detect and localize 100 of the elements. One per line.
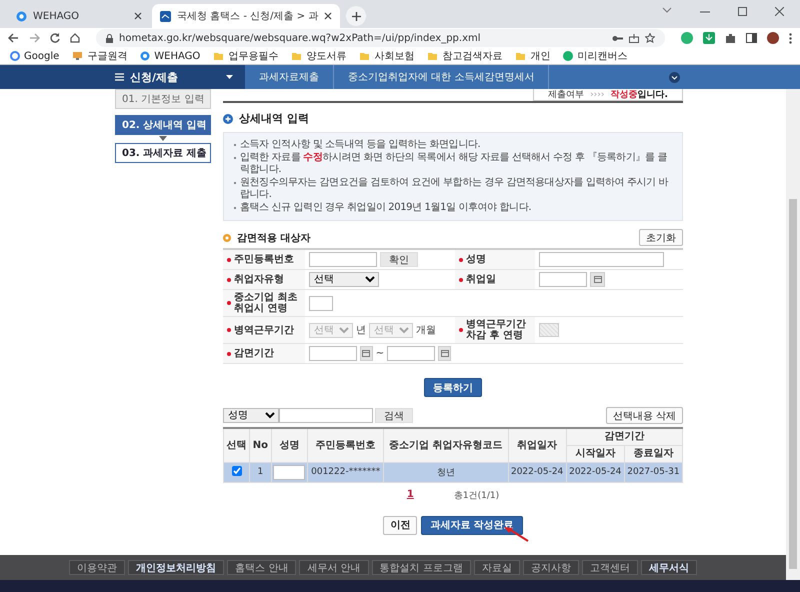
text-field[interactable] [309, 252, 377, 267]
menu-icon[interactable] [115, 73, 124, 81]
required-icon [227, 301, 231, 305]
address-bar[interactable]: hometax.go.kr/websquare/websquare.wq?w2xPath=/ui/pp/index_pp.xml [96, 29, 665, 47]
date-field[interactable] [309, 346, 357, 361]
url-text: hometax.go.kr/websquare/websquare.wq?w2xPath=/ui/pp/index_pp.xml [119, 32, 481, 44]
footer-link[interactable]: 공지사항 [522, 560, 579, 575]
search-field[interactable] [279, 408, 373, 423]
site-icon [160, 10, 171, 22]
breadcrumb-link[interactable]: 과세자료제출 [245, 65, 334, 89]
column-header: 성명 [271, 428, 308, 462]
footer-link[interactable]: 자료실 [474, 560, 520, 575]
status-box: 제출여부 ›››› 작성중입니다. [533, 89, 683, 101]
footer-link[interactable]: 세무서 안내 [299, 560, 369, 575]
bookmark[interactable]: 사회보험 [359, 49, 414, 63]
required-icon [459, 278, 463, 282]
calendar-button[interactable] [590, 272, 605, 287]
step-item[interactable]: 03. 과세자료 제출 [115, 143, 211, 163]
select-field[interactable]: 선택 [309, 272, 379, 287]
maximize-icon[interactable] [738, 6, 747, 16]
footer-link[interactable]: 통합설치 프로그램 [372, 560, 471, 575]
calendar-icon [440, 350, 449, 357]
field-label: 병역근무기간 [234, 324, 294, 336]
bookmark[interactable]: 양도서류 [291, 49, 346, 63]
more-icon[interactable] [789, 32, 792, 44]
delete-button[interactable]: 선택내용 삭제 [606, 407, 683, 424]
search-button[interactable]: 검색 [375, 408, 413, 423]
confirm-button[interactable]: 확인 [380, 252, 418, 267]
text-field[interactable] [309, 296, 333, 310]
text-field[interactable] [539, 252, 664, 267]
complete-button[interactable]: 과세자료 작성완료 [421, 516, 523, 534]
date-field[interactable] [539, 272, 587, 287]
bookmark[interactable]: 참고검색자료 [427, 49, 502, 63]
table-cell: 1 [250, 462, 272, 482]
close-icon[interactable] [775, 6, 784, 16]
register-button[interactable]: 등록하기 [424, 378, 482, 397]
sidebar-icon[interactable] [746, 33, 757, 43]
folder-icon [213, 51, 224, 61]
browser-tab[interactable]: 국세청 홈택스 - 신청/제출 > 과 [152, 4, 340, 28]
required-icon [227, 278, 231, 282]
browser-tab[interactable]: WEHAGO [8, 4, 150, 28]
search-select[interactable]: 성명 [223, 408, 279, 423]
step-item[interactable]: 01. 기본정보 입력 [115, 89, 211, 109]
back-icon[interactable] [8, 33, 19, 43]
field-label: 성명 [466, 254, 486, 265]
required-icon [459, 258, 463, 262]
close-icon[interactable] [324, 12, 332, 20]
bookmark[interactable]: 구글원격 [72, 49, 128, 63]
required-icon [227, 328, 231, 332]
calendar-button[interactable] [360, 346, 373, 361]
bookmark[interactable]: WEHAGO [140, 50, 200, 62]
footer-link[interactable]: 이용약관 [69, 560, 126, 575]
page-link[interactable]: 1 [406, 488, 414, 502]
column-header: 시작일자 [566, 445, 624, 462]
breadcrumb-link[interactable]: 중소기업취업자에 대한 소득세감면명세서 [334, 65, 550, 89]
bookmark[interactable]: 개인 [515, 49, 550, 63]
bookmark[interactable]: Google [10, 50, 60, 62]
folder-icon [427, 51, 438, 61]
row-checkbox[interactable] [232, 466, 242, 476]
calendar-icon [362, 350, 370, 357]
field-label: 취업일 [466, 274, 496, 285]
key-icon[interactable] [612, 34, 623, 42]
previous-button[interactable]: 이전 [383, 516, 418, 534]
reload-icon[interactable] [50, 33, 60, 43]
column-header: 선택 [224, 428, 250, 462]
record-count: 총1건(1/1) [454, 490, 500, 502]
calendar-button[interactable] [438, 346, 451, 361]
info-text: 소득자 인적사항 및 소득내역 등을 입력하는 화면입니다. [240, 139, 480, 151]
home-icon[interactable] [70, 33, 80, 43]
lock-icon [106, 34, 113, 42]
avatar-icon[interactable] [767, 32, 779, 44]
bookmark[interactable]: 업무용필수 [213, 49, 278, 63]
puzzle-icon[interactable] [725, 32, 736, 44]
form-title: 감면적용 대상자 [237, 232, 310, 244]
footer-link[interactable]: 고객센터 [582, 560, 638, 575]
share-icon[interactable] [629, 34, 639, 42]
footer-link[interactable]: 세무서식 [640, 560, 697, 575]
name-field[interactable] [273, 464, 306, 480]
reset-button[interactable]: 초기화 [639, 229, 683, 246]
field-label: 병역근무기간 차감 후 연령 [466, 319, 527, 341]
bookmark[interactable]: 미리캔버스 [563, 49, 628, 63]
column-header: 종료일자 [624, 445, 682, 462]
close-icon[interactable] [134, 12, 142, 20]
chevron-down-icon[interactable] [669, 72, 680, 82]
required-icon [227, 258, 231, 262]
caret-icon[interactable] [226, 75, 233, 79]
new-tab-button[interactable] [346, 6, 366, 26]
column-header: 주민등록번호 [308, 428, 384, 462]
date-field[interactable] [387, 346, 436, 361]
info-text: 입력한 자료를 수정하시려면 화면 하단의 목록에서 해당 자료를 선택해서 수정 후 『등록하기』를 클릭합니다. [240, 152, 668, 176]
star-icon[interactable] [645, 33, 655, 43]
footer-link[interactable]: 홈택스 안내 [227, 560, 296, 575]
step-item[interactable]: 02. 상세내역 입력 [115, 115, 211, 135]
extension-icon[interactable] [681, 32, 693, 44]
footer-link[interactable]: 개인정보처리방침 [128, 560, 224, 575]
monitor-icon [72, 51, 84, 61]
scrollbar[interactable] [786, 89, 800, 580]
m-logo-icon [563, 51, 574, 61]
folder-icon [291, 51, 302, 61]
extension-icon[interactable] [703, 32, 715, 44]
